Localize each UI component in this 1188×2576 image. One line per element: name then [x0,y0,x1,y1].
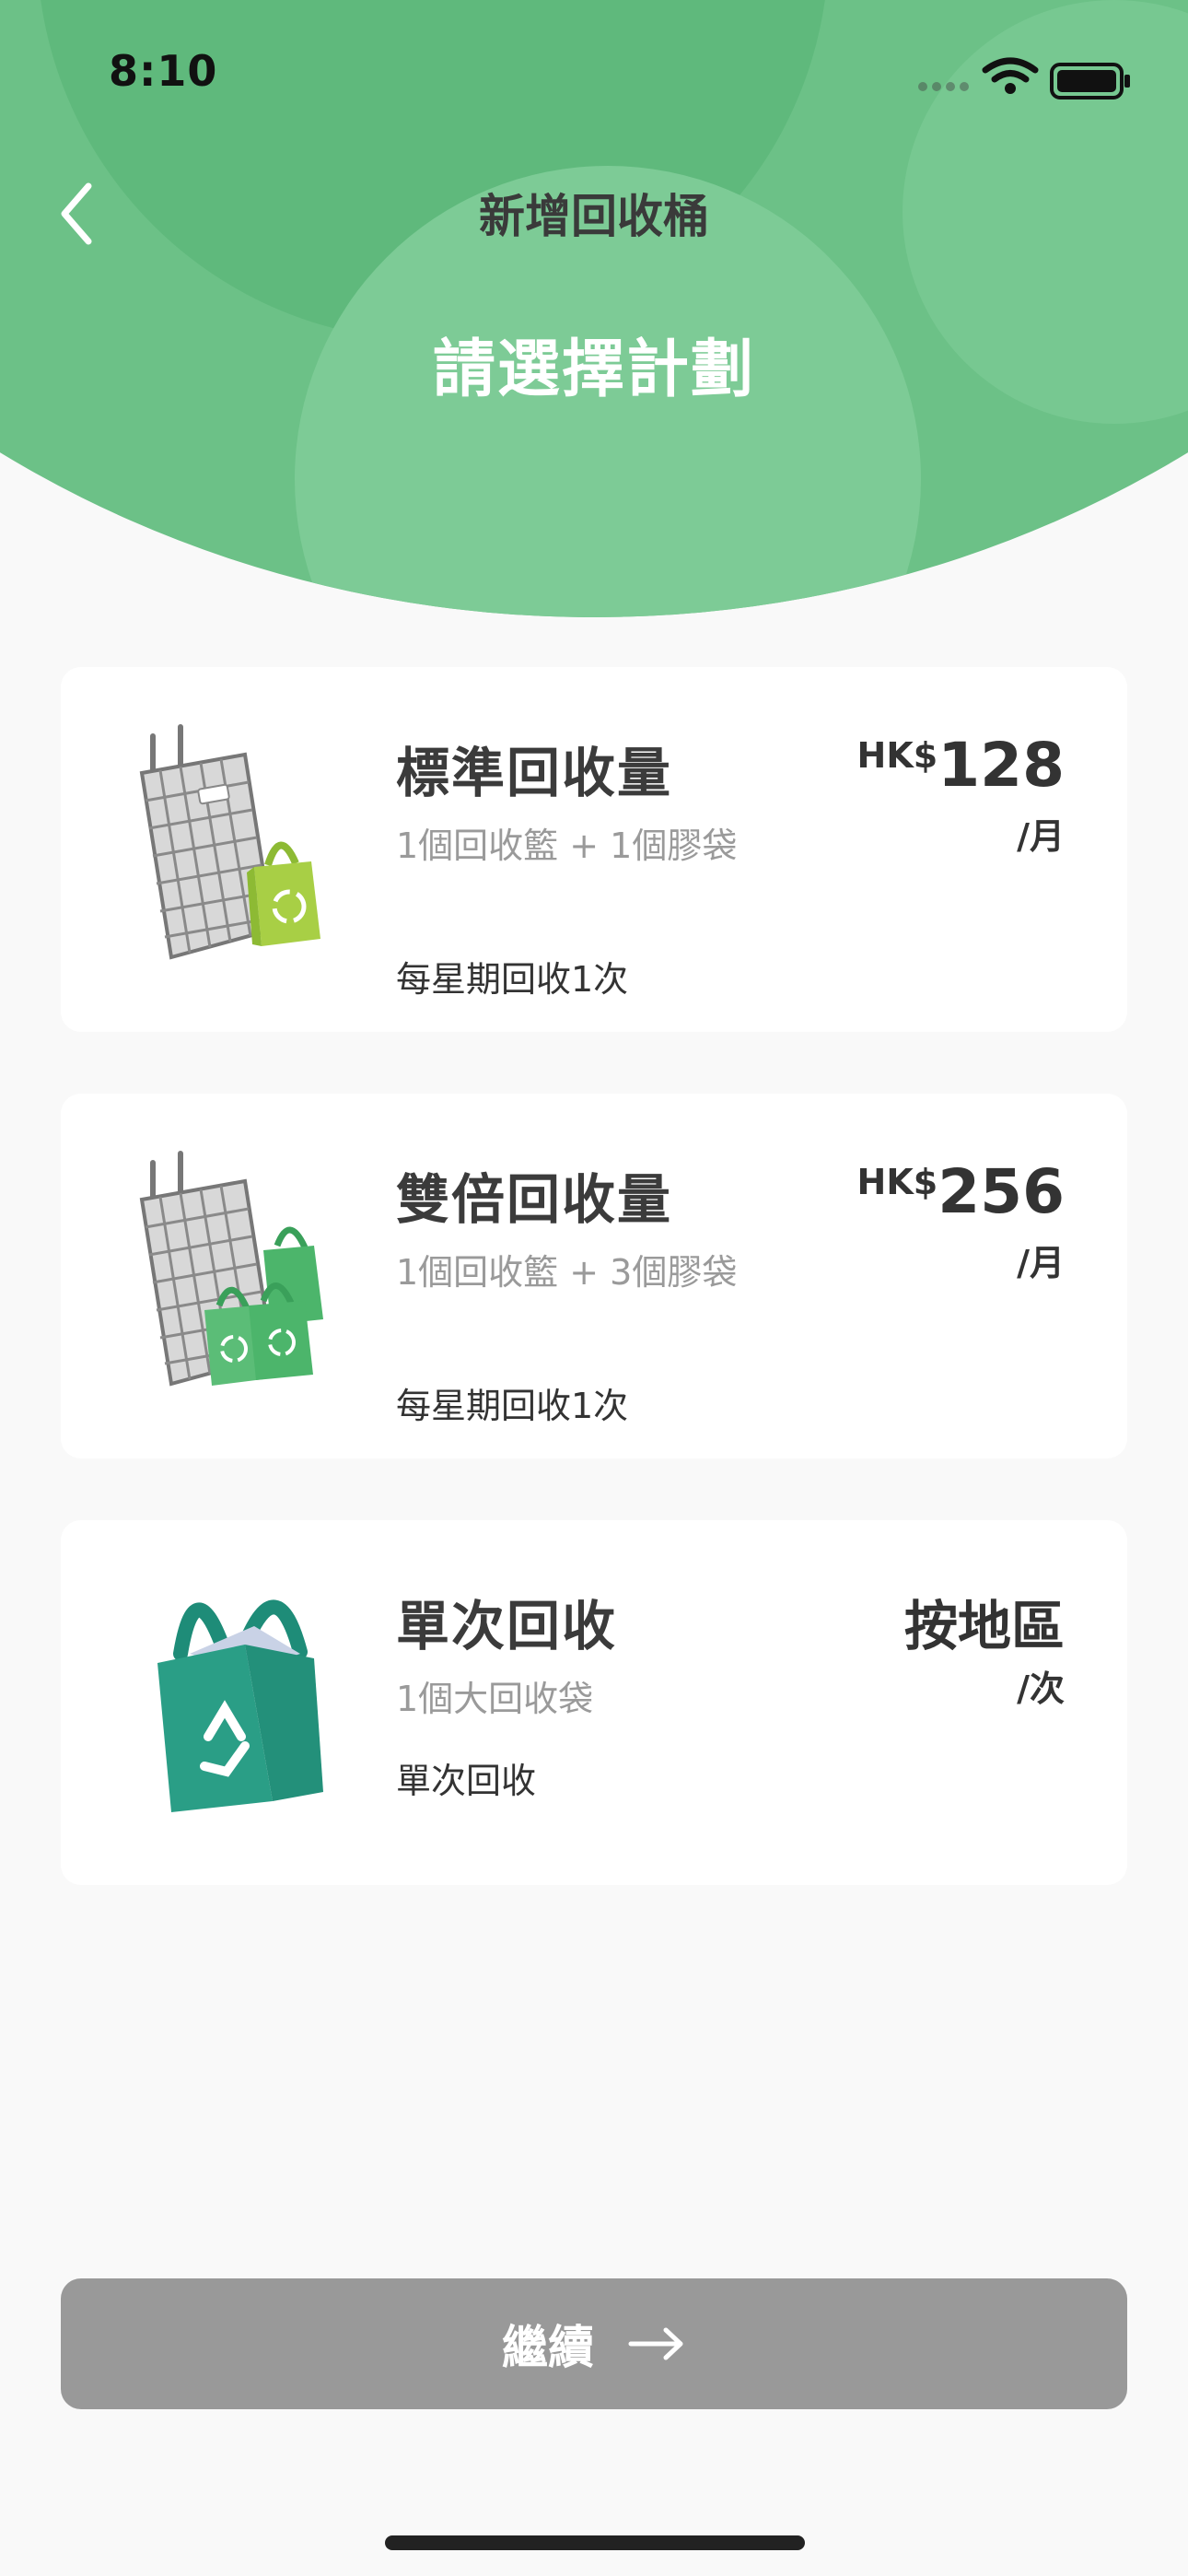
plan-card-single[interactable]: 單次回收 1個大回收袋 單次回收 按地區 /次 [61,1520,1127,1885]
plan-frequency: 每星期回收1次 [396,1386,629,1426]
arrow-right-icon [628,2327,683,2360]
home-indicator [385,2535,805,2550]
price-currency: HK$ [856,1162,938,1202]
nav-title: 新增回收桶 [479,190,709,243]
price-unit: /次 [1017,1669,1065,1709]
plan-frequency: 每星期回收1次 [396,959,629,1000]
cellular-icon [918,82,969,91]
continue-label: 繼續 [502,2321,594,2374]
large-recycle-bag-icon [157,1599,323,1812]
price-value: 按地區 [903,1595,1065,1657]
page-subtitle: 請選擇計劃 [432,334,755,406]
price-unit: /月 [1017,816,1065,857]
plan-detail: 1個回收籃 + 1個膠袋 [396,825,738,866]
plan-image-basket-one-bag [116,718,355,966]
plan-name: 標準回收量 [396,742,673,804]
plan-card-double[interactable]: 雙倍回收量 1個回收籃 + 3個膠袋 每星期回收1次 HK$256 /月 [61,1094,1127,1458]
battery-icon [1050,63,1130,100]
plan-name: 單次回收 [396,1595,618,1657]
plan-detail: 1個大回收袋 [396,1679,594,1719]
plan-image-basket-three-bags [116,1144,355,1393]
price-value: 256 [938,1156,1065,1227]
continue-button[interactable]: 繼續 [61,2278,1127,2409]
price-unit: /月 [1017,1243,1065,1283]
plan-detail: 1個回收籃 + 3個膠袋 [396,1252,738,1293]
wifi-icon [982,57,1039,83]
plan-price: 按地區 /次 [904,1583,1065,1711]
plan-name: 雙倍回收量 [396,1168,673,1231]
plan-frequency: 單次回收 [396,1761,537,1801]
plan-price: HK$128 /月 [857,730,1065,859]
plan-image-large-bag [116,1571,355,1820]
plan-card-standard[interactable]: 標準回收量 1個回收籃 + 1個膠袋 每星期回收1次 HK$128 /月 [61,667,1127,1032]
status-time: 8:10 [109,46,218,96]
plan-price: HK$256 /月 [857,1156,1065,1285]
status-icons [914,53,1135,100]
price-currency: HK$ [856,735,938,776]
price-value: 128 [938,730,1065,801]
